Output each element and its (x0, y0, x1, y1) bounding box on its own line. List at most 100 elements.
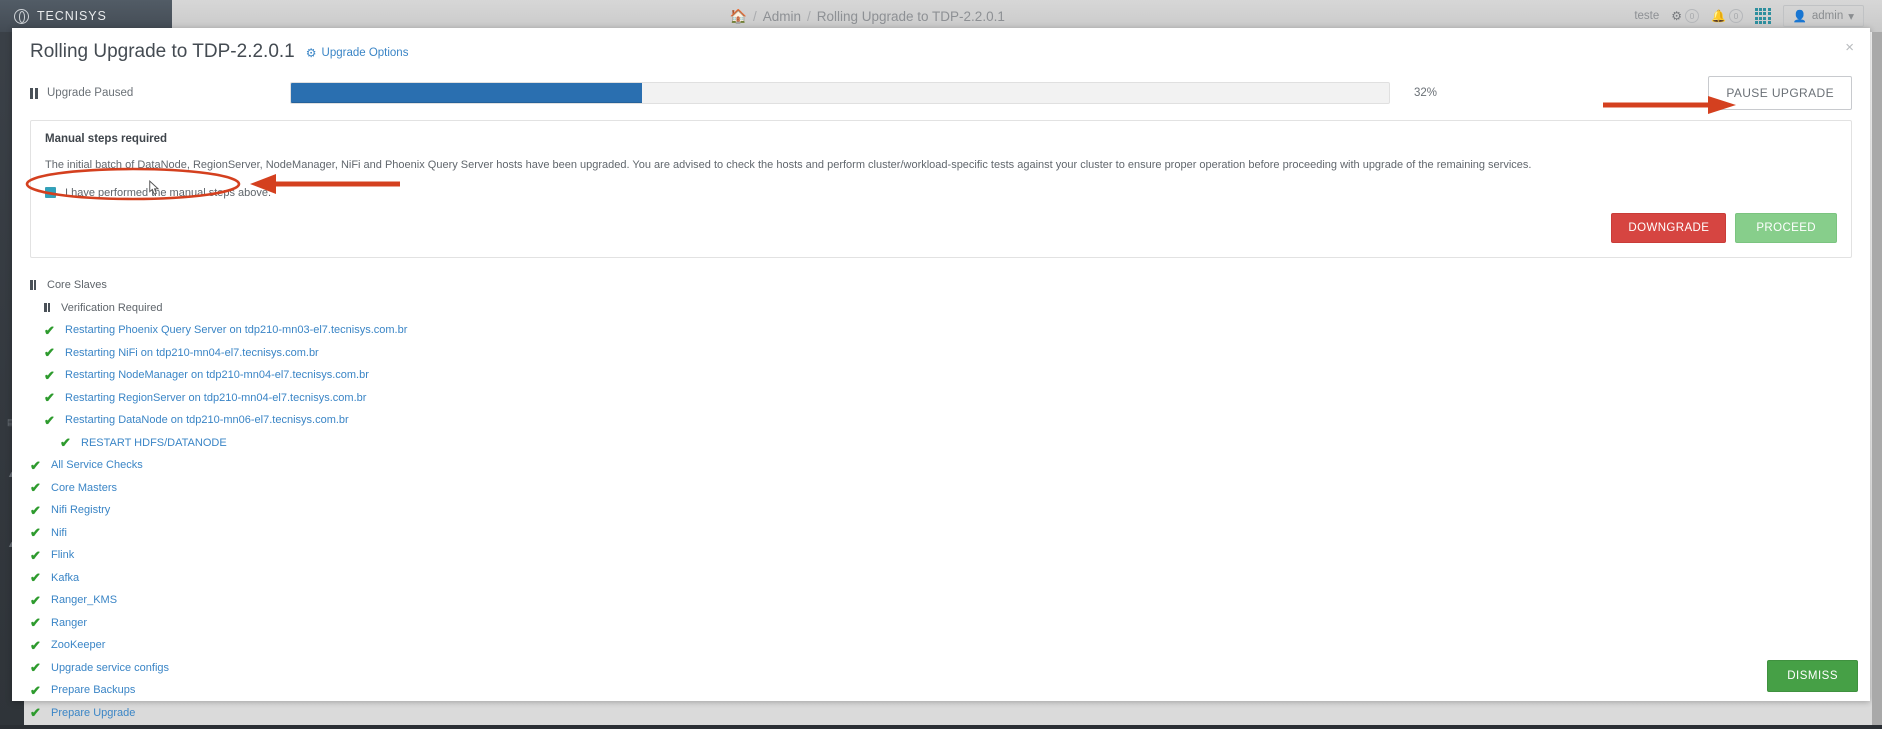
downgrade-button[interactable]: DOWNGRADE (1611, 212, 1727, 243)
task-label[interactable]: ZooKeeper (51, 639, 105, 651)
check-icon: ✔ (30, 682, 41, 698)
gear-icon: ⚙ (1671, 9, 1683, 23)
task-row[interactable]: ✔ Ranger_KMS (30, 589, 1852, 612)
modal-title: Rolling Upgrade to TDP-2.2.0.1 (30, 41, 295, 62)
circle-logo-icon (14, 8, 29, 24)
task-row[interactable]: ✔ Prepare Upgrade (30, 701, 1852, 724)
pause-upgrade-button[interactable]: PAUSE UPGRADE (1708, 76, 1852, 110)
task-label[interactable]: Kafka (51, 572, 79, 584)
task-label[interactable]: Core Slaves (47, 279, 107, 291)
task-row[interactable]: ✔ Flink (30, 544, 1852, 567)
user-menu-button[interactable]: 👤 admin ▾ (1782, 5, 1864, 27)
modal-header: Rolling Upgrade to TDP-2.2.0.1 ⚙ Upgrade… (12, 28, 1870, 72)
check-icon: ✔ (30, 525, 41, 541)
task-label[interactable]: Flink (51, 549, 74, 561)
task-row[interactable]: ✔ Nifi Registry (30, 499, 1852, 522)
task-row[interactable]: ✔ All Service Checks (30, 454, 1852, 477)
task-label[interactable]: Prepare Backups (51, 684, 135, 696)
task-label[interactable]: Restarting RegionServer on tdp210-mn04-e… (65, 392, 366, 404)
task-row[interactable]: ✔ Nifi (30, 521, 1852, 544)
task-label[interactable]: Restarting DataNode on tdp210-mn06-el7.t… (65, 414, 349, 426)
progress-bar (290, 82, 1390, 104)
upgrade-status: Upgrade Paused (30, 87, 290, 99)
check-icon: ✔ (44, 367, 55, 383)
manual-steps-title: Manual steps required (45, 133, 168, 145)
task-row[interactable]: Core Slaves (30, 274, 1852, 297)
cluster-name-label: teste (1634, 10, 1660, 22)
task-label[interactable]: Upgrade service configs (51, 662, 169, 674)
task-label[interactable]: Prepare Upgrade (51, 707, 135, 719)
task-label[interactable]: Restarting NodeManager on tdp210-mn04-el… (65, 369, 369, 381)
bottom-strip (0, 725, 1882, 729)
task-label[interactable]: Ranger (51, 617, 87, 629)
check-icon: ✔ (30, 457, 41, 473)
dismiss-button[interactable]: DISMISS (1767, 660, 1858, 692)
task-row[interactable]: ✔ Kafka (30, 566, 1852, 589)
manual-steps-actions: DOWNGRADE PROCEED (45, 212, 1837, 243)
task-label[interactable]: All Service Checks (51, 459, 143, 471)
check-icon: ✔ (30, 637, 41, 653)
task-row[interactable]: ✔ Restarting DataNode on tdp210-mn06-el7.… (30, 409, 1852, 432)
breadcrumb: 🏠 / Admin / Rolling Upgrade to TDP-2.2.0… (136, 8, 1598, 25)
bell-badge: 0 (1729, 9, 1743, 23)
manual-steps-checkbox-row[interactable]: I have performed the manual steps above. (45, 187, 271, 199)
task-row[interactable]: ✔ Prepare Backups (30, 679, 1852, 702)
check-icon: ✔ (30, 547, 41, 563)
manual-steps-panel: Manual steps required The initial batch … (30, 120, 1852, 258)
manual-steps-checkbox[interactable] (45, 187, 56, 199)
task-row[interactable]: ✔ Restarting RegionServer on tdp210-mn04-… (30, 386, 1852, 409)
task-label[interactable]: Ranger_KMS (51, 594, 117, 606)
task-row[interactable]: ✔ Ranger (30, 611, 1852, 634)
task-row[interactable]: ✔ Upgrade service configs (30, 656, 1852, 679)
page-scrollbar[interactable] (1872, 32, 1882, 729)
user-menu-label: admin (1811, 10, 1844, 22)
task-row[interactable]: ✔ ZooKeeper (30, 634, 1852, 657)
task-label[interactable]: Core Masters (51, 482, 117, 494)
breadcrumb-separator-2: / (806, 8, 811, 24)
check-icon: ✔ (30, 480, 41, 496)
breadcrumb-item-admin[interactable]: Admin (763, 9, 801, 24)
task-row[interactable]: ✔ Restarting NodeManager on tdp210-mn04-e… (30, 364, 1852, 387)
task-row[interactable]: ✔ Restarting Phoenix Query Server on tdp2… (30, 319, 1852, 342)
user-icon: 👤 (1792, 11, 1807, 23)
home-icon[interactable]: 🏠 (730, 8, 747, 25)
task-row[interactable]: ✔ RESTART HDFS/DATANODE (30, 431, 1852, 454)
task-row[interactable]: ✔ Core Masters (30, 476, 1852, 499)
gear-badge: 0 (1685, 9, 1700, 23)
proceed-button[interactable]: PROCEED (1735, 212, 1837, 243)
manual-steps-description: The initial batch of DataNode, RegionSer… (45, 159, 1532, 171)
check-icon: ✔ (30, 592, 41, 608)
upgrade-options-link[interactable]: ⚙ Upgrade Options (306, 46, 409, 60)
topbar-right-controls: teste ⚙ 0 🔔 0 👤 admin ▾ (1634, 5, 1882, 27)
task-label[interactable]: Restarting Phoenix Query Server on tdp21… (65, 324, 407, 336)
upgrade-status-label: Upgrade Paused (47, 87, 134, 99)
close-icon[interactable]: × (1845, 40, 1854, 55)
pause-icon (30, 87, 38, 99)
task-row[interactable]: Verification Required (30, 296, 1852, 319)
grid-icon[interactable] (1755, 8, 1771, 24)
task-label[interactable]: Restarting NiFi on tdp210-mn04-el7.tecni… (65, 347, 319, 359)
check-icon: ✔ (44, 345, 55, 361)
check-icon: ✔ (30, 502, 41, 518)
rolling-upgrade-modal: Rolling Upgrade to TDP-2.2.0.1 ⚙ Upgrade… (12, 28, 1870, 719)
progress-bar-fill (291, 83, 643, 103)
task-label[interactable]: Nifi (51, 527, 67, 539)
task-label[interactable]: Verification Required (61, 302, 163, 314)
upgrade-task-list: Core Slaves Verification Required ✔ Restart… (12, 274, 1870, 724)
alerts-indicator[interactable]: 🔔 0 (1711, 9, 1743, 23)
cogs-icon: ⚙ (305, 46, 317, 60)
operations-indicator[interactable]: ⚙ 0 (1671, 9, 1700, 23)
check-icon: ✔ (60, 435, 71, 451)
check-icon: ✔ (30, 660, 41, 676)
check-icon: ✔ (44, 390, 55, 406)
check-icon: ✔ (30, 570, 41, 586)
breadcrumb-item-current: Rolling Upgrade to TDP-2.2.0.1 (816, 8, 1005, 24)
breadcrumb-separator-1: / (752, 8, 757, 24)
pause-upgrade-wrapper: PAUSE UPGRADE (1510, 76, 1852, 110)
pause-icon (44, 302, 51, 313)
task-row[interactable]: ✔ Restarting NiFi on tdp210-mn04-el7.tecn… (30, 341, 1852, 364)
progress-percent-label: 32% (1414, 87, 1438, 99)
task-label[interactable]: Nifi Registry (51, 504, 110, 516)
task-label[interactable]: RESTART HDFS/DATANODE (81, 437, 227, 449)
brand-name: TECNISYS (37, 9, 107, 23)
